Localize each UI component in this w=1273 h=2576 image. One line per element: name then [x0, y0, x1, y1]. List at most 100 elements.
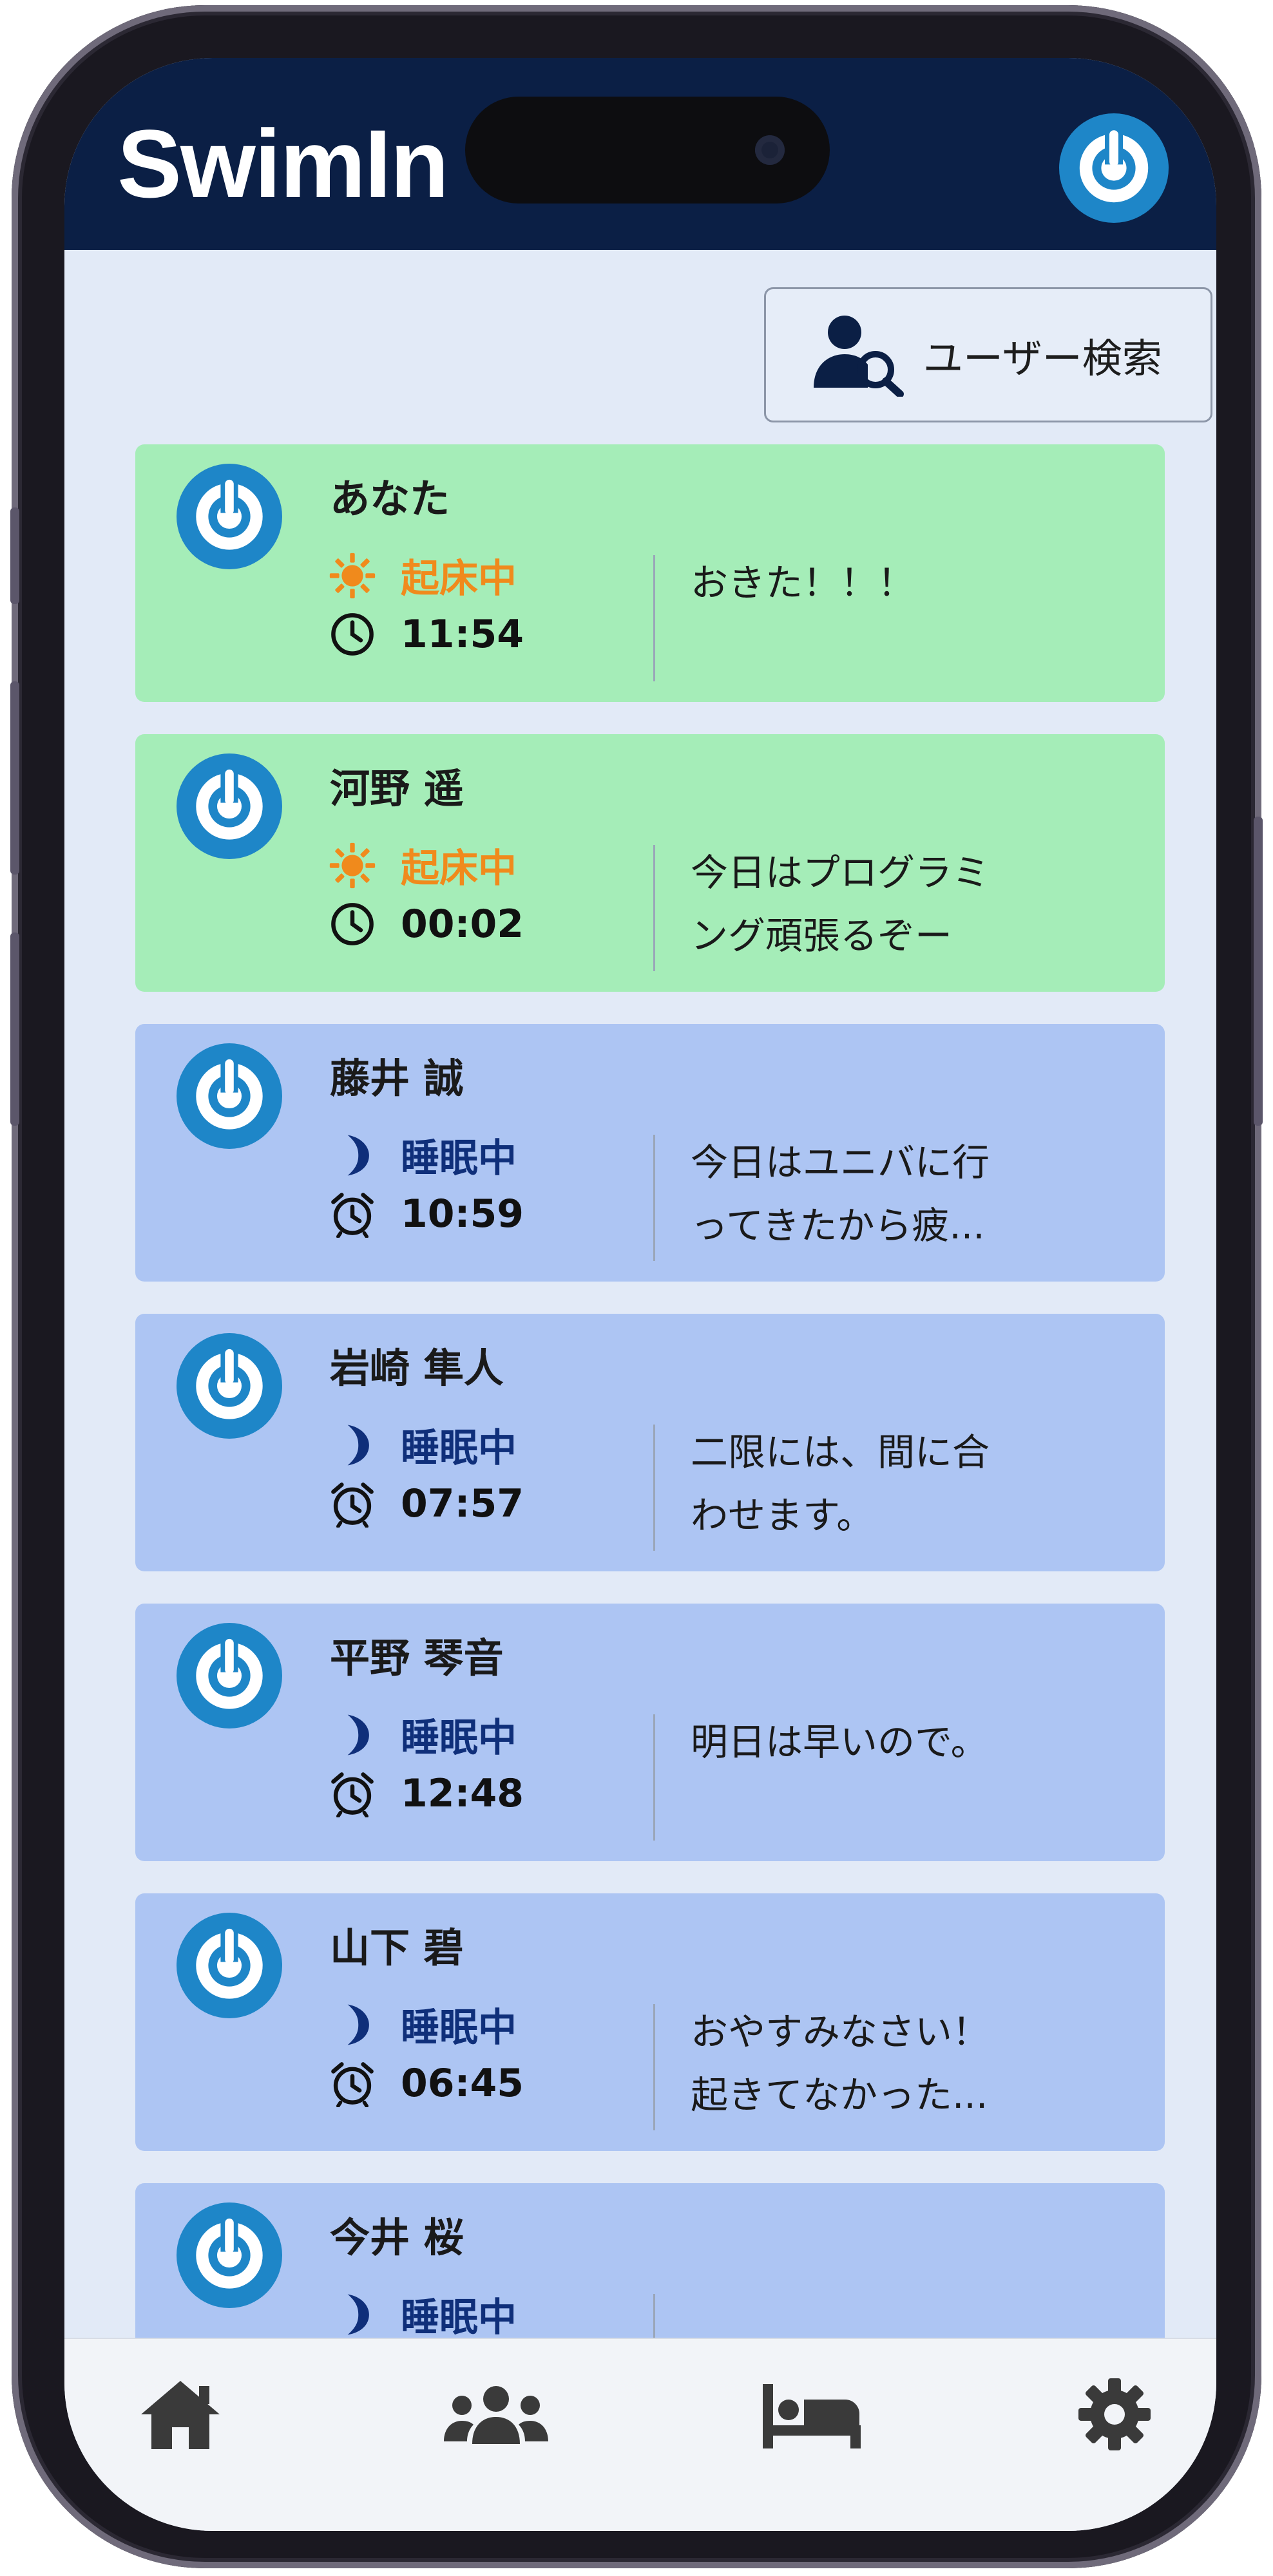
bed-icon	[763, 2384, 861, 2448]
sleep-status-text: 睡眠中	[401, 1426, 517, 1471]
sleep-status-row: 睡眠中	[329, 1996, 517, 2052]
clock-icon	[331, 903, 374, 945]
power-logo-icon	[196, 1347, 263, 1419]
power-logo-icon	[196, 1927, 263, 1999]
profile-button[interactable]	[1059, 113, 1169, 223]
alarm-clock-icon	[331, 1193, 374, 1238]
card-divider	[653, 555, 655, 681]
front-camera	[755, 135, 785, 165]
alarm-clock-icon	[331, 2062, 374, 2107]
power-logo-icon	[196, 478, 263, 550]
bottom-nav	[64, 2338, 1216, 2531]
nav-home[interactable]	[122, 2372, 238, 2456]
status-message: おきた！！！	[691, 561, 915, 605]
sleep-status-text: 起床中	[401, 556, 517, 601]
gear-icon	[1078, 2378, 1151, 2450]
clock-icon	[331, 613, 374, 656]
user-name: 藤井 誠	[330, 1055, 464, 1102]
time-text: 00:02	[401, 902, 524, 947]
time-text: 10:59	[401, 1191, 524, 1236]
sleep-status-row: 睡眠中	[329, 1127, 517, 1183]
alarm-clock-icon	[329, 1190, 376, 1238]
time-text: 12:48	[401, 1771, 524, 1816]
moon-icon	[329, 2291, 376, 2338]
power-logo-icon	[196, 1637, 263, 1709]
user-card[interactable]: 岩崎 隼人 睡眠中 07:57 二限には、間に合 わせます。	[135, 1314, 1165, 1571]
power-logo-icon	[196, 1057, 263, 1130]
card-divider	[653, 2004, 655, 2130]
sleep-status-row: 起床中	[329, 837, 517, 893]
sleep-status-row: 起床中	[329, 547, 517, 603]
status-message: 明日は早いので。	[691, 1720, 988, 1764]
user-name: 今井 桜	[330, 2214, 464, 2261]
time-text: 06:45	[401, 2061, 524, 2106]
mute-switch	[10, 507, 19, 604]
card-divider	[653, 1425, 655, 1551]
status-message: 今日はユニバに行 ってきたから疲...	[691, 1141, 990, 1247]
user-name: 岩崎 隼人	[330, 1345, 504, 1392]
user-name: あなた	[330, 475, 450, 522]
time-row: 07:57	[329, 1480, 524, 1528]
user-card[interactable]: 河野 遥起床中 00:02 今日はプログラミ ング頑張るぞー	[135, 734, 1165, 992]
sleep-status-text: 起床中	[401, 846, 517, 891]
card-divider	[653, 1714, 655, 1841]
moon-icon	[329, 1711, 376, 1759]
power-button	[1254, 817, 1263, 1126]
moon-icon	[347, 1135, 369, 1175]
home-icon	[141, 2381, 220, 2449]
status-message: 今日はプログラミ ング頑張るぞー	[691, 851, 990, 958]
sleep-status-text: 睡眠中	[401, 2005, 517, 2050]
user-card[interactable]: 平野 琴音 睡眠中 12:48 明日は早いので。	[135, 1604, 1165, 1861]
user-card[interactable]: あなた起床中 11:54 おきた！！！	[135, 444, 1165, 702]
volume-up-button	[10, 681, 19, 875]
alarm-clock-icon	[329, 1770, 376, 1817]
moon-icon	[347, 2004, 369, 2045]
power-logo-icon	[196, 2217, 263, 2289]
phone-frame: SwimIn ユーザー検索 あなた起床中 11:54 おきた！！！ 河野 遥 起…	[10, 5, 1263, 2568]
time-row: 10:59	[329, 1190, 524, 1238]
sun-icon	[329, 842, 376, 888]
user-avatar	[177, 753, 282, 859]
power-logo-icon	[196, 768, 263, 840]
card-divider	[653, 1135, 655, 1261]
clock-icon	[329, 900, 376, 948]
user-avatar	[177, 1043, 282, 1149]
user-name: 平野 琴音	[330, 1634, 504, 1681]
user-card[interactable]: 藤井 誠睡眠中 10:59 今日はユニバに行 ってきたから疲...	[135, 1024, 1165, 1282]
status-message: おやすみなさい！ 起きてなかった...	[691, 2010, 990, 2117]
user-search-button[interactable]: ユーザー検索	[764, 287, 1212, 422]
user-name: 山下 碧	[330, 1924, 464, 1971]
card-divider	[653, 845, 655, 971]
sun-icon	[329, 553, 376, 598]
nav-settings[interactable]	[1057, 2372, 1172, 2456]
sleep-status-row: 睡眠中	[329, 2286, 517, 2342]
user-search-icon	[814, 316, 904, 397]
alarm-clock-icon	[331, 1772, 374, 1817]
group-icon	[444, 2386, 548, 2444]
sleep-status-text: 睡眠中	[401, 2295, 517, 2340]
dynamic-island	[465, 97, 830, 204]
sun-icon	[329, 552, 376, 600]
user-avatar	[177, 1333, 282, 1439]
time-row: 06:45	[329, 2060, 524, 2107]
alarm-clock-icon	[329, 2060, 376, 2107]
time-text: 11:54	[401, 612, 524, 657]
alarm-clock-icon	[329, 1480, 376, 1528]
sleep-status-row: 睡眠中	[329, 1417, 517, 1473]
user-avatar	[177, 2202, 282, 2308]
alarm-clock-icon	[331, 1482, 374, 1528]
power-logo-icon	[1079, 128, 1149, 203]
app-screen: SwimIn ユーザー検索 あなた起床中 11:54 おきた！！！ 河野 遥 起…	[64, 58, 1216, 2531]
moon-icon	[347, 2294, 369, 2334]
time-row: 12:48	[329, 1770, 524, 1817]
user-avatar	[177, 1913, 282, 2018]
user-card[interactable]: 山下 碧睡眠中 06:45 おやすみなさい！ 起きてなかった...	[135, 1893, 1165, 2151]
time-row: 11:54	[329, 611, 524, 658]
nav-friends[interactable]	[438, 2372, 554, 2456]
moon-icon	[329, 2001, 376, 2049]
user-avatar	[177, 1623, 282, 1728]
volume-down-button	[10, 933, 19, 1126]
moon-icon	[329, 1421, 376, 1469]
user-avatar	[177, 464, 282, 569]
nav-sleep[interactable]	[754, 2372, 870, 2456]
